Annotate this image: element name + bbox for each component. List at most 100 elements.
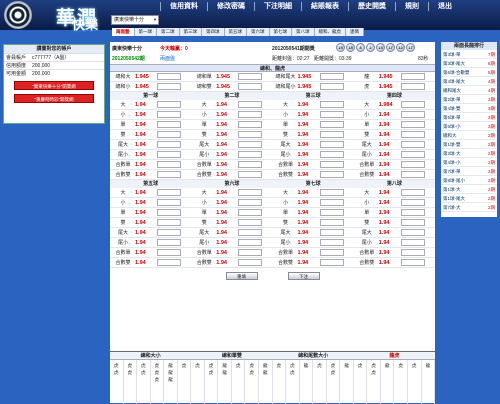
nav-item[interactable]: 結賬報表 xyxy=(301,2,348,11)
bet-amount-input[interactable] xyxy=(400,199,425,206)
bet-amount-input[interactable] xyxy=(238,83,263,90)
bet-amount-input[interactable] xyxy=(157,121,181,128)
long-dragon-row[interactable]: 第6球-合數雙 5期 xyxy=(441,68,497,77)
bet-amount-input[interactable] xyxy=(157,199,181,206)
bet-amount-input[interactable] xyxy=(400,209,425,216)
long-dragon-row[interactable]: 總和大 3期 xyxy=(441,131,497,140)
bet-amount-input[interactable] xyxy=(319,121,344,128)
bet-amount-input[interactable] xyxy=(238,171,263,178)
bet-amount-input[interactable] xyxy=(319,73,344,80)
bet-amount-input[interactable] xyxy=(319,131,344,138)
long-dragon-row[interactable]: 第4球-雙 3期 xyxy=(441,104,497,113)
bet-amount-input[interactable] xyxy=(319,239,344,246)
bet-amount-input[interactable] xyxy=(157,219,181,226)
long-dragon-row[interactable]: 第3球-尾大 6期 xyxy=(441,59,497,68)
bet-amount-input[interactable] xyxy=(319,171,344,178)
long-dragon-row[interactable]: 第1球-大 2期 xyxy=(441,185,497,194)
bet-amount-input[interactable] xyxy=(400,219,425,226)
bet-amount-input[interactable] xyxy=(400,111,425,118)
long-dragon-row[interactable]: 第4球-尾大 4期 xyxy=(441,77,497,86)
bet-amount-input[interactable] xyxy=(400,83,425,90)
bet-amount-input[interactable] xyxy=(157,141,181,148)
sub-nav-item[interactable]: 總和、龍虎 xyxy=(315,28,346,36)
bet-amount-input[interactable] xyxy=(238,111,263,118)
bet-amount-input[interactable] xyxy=(400,229,425,236)
bet-amount-input[interactable] xyxy=(319,219,344,226)
nav-item[interactable]: 修改密碼 xyxy=(207,2,254,11)
bet-amount-input[interactable] xyxy=(400,239,425,246)
bet-amount-input[interactable] xyxy=(319,259,344,266)
bet-amount-input[interactable] xyxy=(238,131,263,138)
bet-amount-input[interactable] xyxy=(157,111,181,118)
sub-nav-item[interactable]: 第二球 xyxy=(157,28,180,36)
bet-amount-input[interactable] xyxy=(400,161,425,168)
bet-amount-input[interactable] xyxy=(157,151,181,158)
sub-nav-item[interactable]: 第四球 xyxy=(202,28,225,36)
lottery-select[interactable]: 廣東快樂十分 xyxy=(111,15,159,25)
long-dragon-row[interactable]: 第3球-單 7期 xyxy=(441,50,497,59)
bet-amount-input[interactable] xyxy=(238,249,263,256)
sub-nav-item[interactable]: 第六球 xyxy=(247,28,270,36)
bet-amount-input[interactable] xyxy=(238,141,263,148)
sub-nav-item[interactable]: 連碼 xyxy=(346,28,364,36)
bet-amount-input[interactable] xyxy=(400,151,425,158)
bet-amount-input[interactable] xyxy=(319,209,344,216)
long-dragon-row[interactable]: 第5球-單 3期 xyxy=(441,113,497,122)
sub-nav-item[interactable]: 第三球 xyxy=(180,28,202,36)
bet-amount-input[interactable] xyxy=(319,161,344,168)
bet-amount-input[interactable] xyxy=(238,151,263,158)
bet-amount-input[interactable] xyxy=(400,131,425,138)
bet-amount-input[interactable] xyxy=(319,111,344,118)
long-dragon-row[interactable]: 第7球-大 2期 xyxy=(441,203,497,212)
nav-item[interactable]: 信用資料 xyxy=(160,2,207,11)
long-dragon-row[interactable]: 第7球-單 2期 xyxy=(441,167,497,176)
bet-amount-input[interactable] xyxy=(157,161,181,168)
bet-amount-input[interactable] xyxy=(238,209,263,216)
bet-amount-input[interactable] xyxy=(157,239,181,246)
road-header[interactable]: 總和尾數大小 xyxy=(273,352,354,359)
bet-amount-input[interactable] xyxy=(238,199,263,206)
bet-amount-input[interactable] xyxy=(238,101,263,108)
bet-amount-input[interactable] xyxy=(400,73,425,80)
long-dragon-row[interactable]: 第1球-尾大 2期 xyxy=(441,194,497,203)
bet-amount-input[interactable] xyxy=(319,229,344,236)
bet-amount-input[interactable] xyxy=(400,171,425,178)
long-dragon-row[interactable]: 第6球-小 3期 xyxy=(441,122,497,131)
bet-amount-input[interactable] xyxy=(238,121,263,128)
bet-amount-input[interactable] xyxy=(157,131,181,138)
nav-item[interactable]: 退出 xyxy=(428,2,461,11)
bet-amount-input[interactable] xyxy=(157,73,181,80)
bet-amount-input[interactable] xyxy=(157,209,181,216)
bet-amount-input[interactable] xyxy=(157,229,181,236)
bet-amount-input[interactable] xyxy=(400,141,425,148)
bet-amount-input[interactable] xyxy=(157,83,181,90)
nav-item[interactable]: 下注明細 xyxy=(254,2,301,11)
sub-nav-item[interactable]: 第一球 xyxy=(135,28,157,36)
sub-nav-item[interactable]: 第七球 xyxy=(270,28,292,36)
bet-amount-input[interactable] xyxy=(319,151,344,158)
bet-amount-input[interactable] xyxy=(238,219,263,226)
bet-amount-input[interactable] xyxy=(319,249,344,256)
long-dragon-row[interactable]: 第1球-雙 2期 xyxy=(441,140,497,149)
bet-amount-input[interactable] xyxy=(400,259,425,266)
bet-amount-input[interactable] xyxy=(157,101,181,108)
long-dragon-row[interactable]: 第3球-大 2期 xyxy=(441,149,497,158)
bet-amount-input[interactable] xyxy=(238,189,263,196)
result-site-button[interactable]: “重慶時時彩”開獎網 xyxy=(14,94,94,103)
bet-amount-input[interactable] xyxy=(238,229,263,236)
bet-amount-input[interactable] xyxy=(157,189,181,196)
bet-amount-input[interactable] xyxy=(238,239,263,246)
sub-nav-item[interactable]: 兩面盤 xyxy=(112,28,135,36)
long-dragon-row[interactable]: 第8球-尾小 2期 xyxy=(441,176,497,185)
bet-amount-input[interactable] xyxy=(319,189,344,196)
long-dragon-row[interactable]: 總和尾大 4期 xyxy=(441,86,497,95)
sub-nav-item[interactable]: 第五球 xyxy=(225,28,247,36)
bet-amount-input[interactable] xyxy=(238,73,263,80)
bet-amount-input[interactable] xyxy=(400,249,425,256)
long-dragon-row[interactable]: 第4球-小 2期 xyxy=(441,158,497,167)
nav-item[interactable]: 歷史開獎 xyxy=(348,2,395,11)
bet-amount-input[interactable] xyxy=(238,259,263,266)
bet-amount-input[interactable] xyxy=(319,199,344,206)
refresh-countdown[interactable]: 83秒 xyxy=(418,55,429,62)
bet-amount-input[interactable] xyxy=(400,101,425,108)
